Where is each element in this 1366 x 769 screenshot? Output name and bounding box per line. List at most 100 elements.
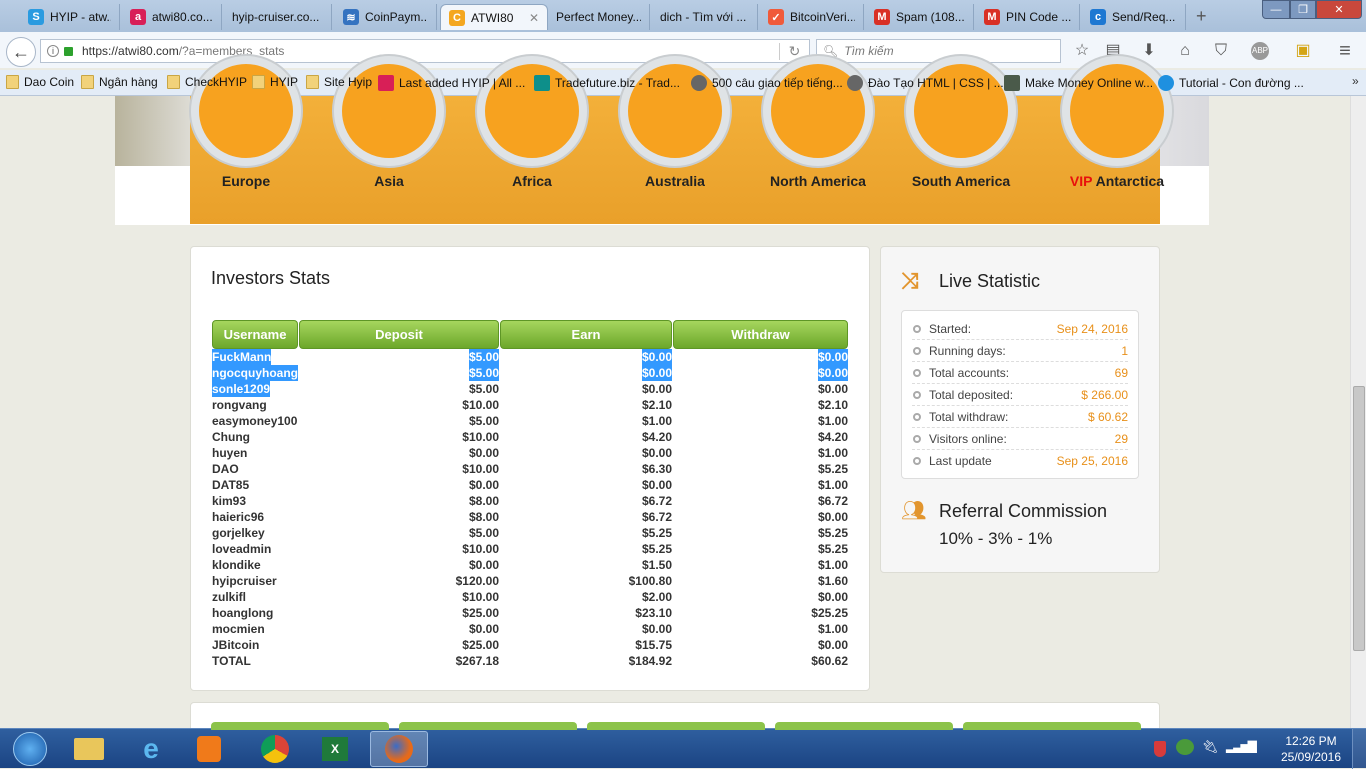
new-tab-button[interactable]: + xyxy=(1196,6,1207,27)
continent-emblem-icon xyxy=(191,56,301,166)
cell-withdraw: $0.00 xyxy=(817,638,848,652)
cell-earn: $0.00 xyxy=(641,349,672,365)
tab-4[interactable]: C ATWI80 ✕ xyxy=(440,4,548,30)
back-button[interactable]: ← xyxy=(6,37,36,67)
download-manager-tray-icon[interactable] xyxy=(1176,739,1194,755)
stat-row: Started: Sep 24, 2016 xyxy=(912,318,1128,340)
cell-earn: $5.25 xyxy=(641,542,672,556)
column-header-earn[interactable]: Earn xyxy=(500,320,672,349)
explorer-taskbar-icon[interactable] xyxy=(60,731,118,767)
continent-north-america[interactable]: North America xyxy=(748,56,888,224)
bookmark-0[interactable]: Dao Coin xyxy=(6,75,74,89)
table-row: klondike $0.00 $1.50 $1.00 xyxy=(212,557,848,573)
cell-withdraw: $1.00 xyxy=(817,446,848,460)
maximize-button[interactable]: ❐ xyxy=(1290,0,1316,19)
plan-tab[interactable] xyxy=(587,722,765,730)
continent-asia[interactable]: Asia xyxy=(319,56,459,224)
plan-tab[interactable] xyxy=(211,722,389,730)
table-row: DAT85 $0.00 $0.00 $1.00 xyxy=(212,477,848,493)
info-icon[interactable]: i xyxy=(47,45,59,57)
dollar-icon xyxy=(1158,75,1174,91)
tab-label: Send/Req... xyxy=(1112,10,1176,24)
cell-deposit: $120.00 xyxy=(455,574,499,588)
globe-icon xyxy=(691,75,707,91)
media-player-taskbar-icon[interactable] xyxy=(180,731,238,767)
stat-label: Total deposited: xyxy=(929,387,1014,402)
stat-label: Running days: xyxy=(929,343,1006,358)
tab-1[interactable]: a atwi80.co... xyxy=(122,4,222,30)
firefox-taskbar-icon[interactable] xyxy=(370,731,428,767)
extension-icon[interactable]: ▣ xyxy=(1292,40,1314,62)
tab-0[interactable]: S HYIP - atw... xyxy=(20,4,120,30)
continent-name: Africa xyxy=(512,173,552,189)
excel-taskbar-icon[interactable]: X xyxy=(306,731,364,767)
download-icon[interactable]: ⬇ xyxy=(1138,40,1160,62)
stat-row: Visitors online: 29 xyxy=(912,428,1128,450)
column-header-deposit[interactable]: Deposit xyxy=(299,320,499,349)
adblock-icon[interactable]: ABP xyxy=(1246,40,1274,62)
tab-7[interactable]: ✓ BitcoinVeri... xyxy=(760,4,864,30)
tab-8[interactable]: M Spam (108... xyxy=(866,4,974,30)
continent-south-america[interactable]: South America xyxy=(891,56,1031,224)
cell-earn: $184.92 xyxy=(628,654,672,668)
bookmark-8[interactable]: Đào Tạo HTML | CSS | ... xyxy=(847,75,1004,91)
target-icon xyxy=(534,75,550,91)
cell-withdraw: $0.00 xyxy=(817,382,848,396)
ie-taskbar-icon[interactable]: e xyxy=(122,731,180,767)
cell-username: mocmien xyxy=(212,622,265,636)
tab-5[interactable]: Perfect Money... xyxy=(548,4,650,30)
table-row: ngocquyhoang $5.00 $0.00 $0.00 xyxy=(212,365,848,381)
scrollbar[interactable] xyxy=(1350,96,1366,728)
home-icon[interactable]: ⌂ xyxy=(1174,40,1196,62)
bookmark-1[interactable]: Ngân hàng xyxy=(81,75,158,89)
close-tab-icon[interactable]: ✕ xyxy=(529,11,539,25)
cell-deposit: $0.00 xyxy=(468,622,499,636)
tab-10[interactable]: c Send/Req... xyxy=(1082,4,1186,30)
plan-tab[interactable] xyxy=(963,722,1141,730)
bookmark-6[interactable]: Tradefuture.biz - Trad... xyxy=(534,75,680,91)
cell-earn: $0.00 xyxy=(641,365,672,381)
stat-value: 29 xyxy=(1114,431,1128,446)
bookmark-5[interactable]: Last added HYIP | All ... xyxy=(378,75,525,91)
close-window-button[interactable]: ✕ xyxy=(1316,0,1362,19)
stat-value: 1 xyxy=(1121,343,1128,358)
bookmark-10[interactable]: Tutorial - Con đường ... xyxy=(1158,75,1304,91)
continent-antarctica[interactable]: VIP Antarctica xyxy=(1032,56,1202,224)
bookmark-9[interactable]: Make Money Online w... xyxy=(1004,75,1153,91)
tab-9[interactable]: M PIN Code ... xyxy=(976,4,1080,30)
cell-username: DAO xyxy=(212,462,239,476)
column-header-username[interactable]: Username xyxy=(212,320,298,349)
clock[interactable]: 12:26 PM 25/09/2016 xyxy=(1275,733,1347,765)
bookmark-star-icon[interactable]: ☆ xyxy=(1071,40,1093,62)
plan-tab[interactable] xyxy=(399,722,577,730)
tab-3[interactable]: ≋ CoinPaym... xyxy=(335,4,437,30)
start-button[interactable] xyxy=(2,731,58,767)
table-row: hyipcruiser $120.00 $100.80 $1.60 xyxy=(212,573,848,589)
scrollbar-thumb[interactable] xyxy=(1353,386,1365,651)
continent-australia[interactable]: Australia xyxy=(605,56,745,224)
lock-icon xyxy=(64,46,73,56)
tab-2[interactable]: hyip-cruiser.co... xyxy=(224,4,332,30)
cell-username: ngocquyhoang xyxy=(212,365,298,381)
cell-username: hoanglong xyxy=(212,606,274,620)
more-bookmarks-button[interactable]: » xyxy=(1352,74,1359,88)
bookmark-3[interactable]: HYIP xyxy=(252,75,298,89)
chrome-taskbar-icon[interactable] xyxy=(246,731,304,767)
bookmark-7[interactable]: 500 câu giao tiếp tiếng... xyxy=(691,75,843,91)
pocket-icon[interactable]: ⛉ xyxy=(1210,40,1232,62)
money-icon xyxy=(1004,75,1020,91)
menu-icon[interactable]: ≡ xyxy=(1334,40,1356,62)
bookmark-4[interactable]: Site Hyip xyxy=(306,75,372,89)
continent-africa[interactable]: Africa xyxy=(462,56,602,224)
power-tray-icon[interactable]: 🔌︎ xyxy=(1202,739,1219,755)
show-desktop-button[interactable] xyxy=(1352,729,1366,769)
plan-tab[interactable] xyxy=(775,722,953,730)
continent-europe[interactable]: Europe xyxy=(176,56,316,224)
bookmark-2[interactable]: CheckHYIP xyxy=(167,75,247,89)
tab-6[interactable]: dich - Tìm với ... xyxy=(652,4,758,30)
cell-earn: $2.10 xyxy=(641,398,672,412)
column-header-withdraw[interactable]: Withdraw xyxy=(673,320,848,349)
antivirus-tray-icon[interactable] xyxy=(1154,741,1166,757)
volume-tray-icon[interactable]: 🔈︎ xyxy=(1250,738,1258,755)
minimize-button[interactable]: — xyxy=(1262,0,1290,19)
